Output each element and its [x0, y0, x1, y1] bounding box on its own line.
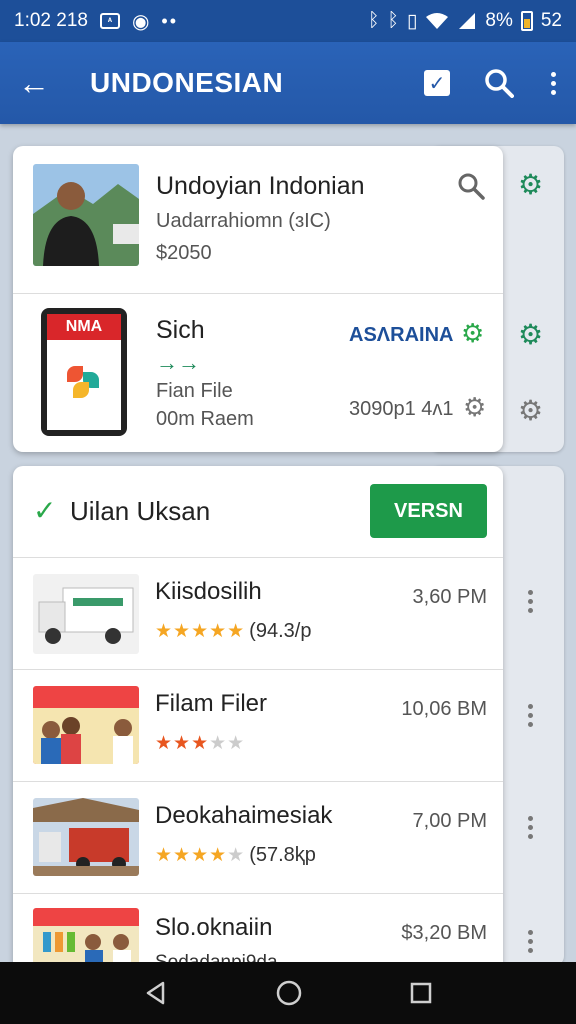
status-bar: 1:02 218 ᴬ ◉ •• ᛒ ᛒ ▯ 8% 52 [0, 0, 576, 42]
brand-label: ASΛRAINA [349, 324, 454, 346]
item-time: $3,20 BM [401, 922, 487, 944]
version-button[interactable]: VERSN [370, 484, 487, 538]
gear-icon[interactable]: ⚙ [518, 318, 543, 351]
item-line2: 00m Raem [156, 408, 254, 430]
more-vert-icon[interactable] [548, 71, 558, 95]
item-name: Filam Filer [155, 690, 267, 717]
bluetooth-icon: ᛒ [368, 10, 380, 31]
home-nav-icon[interactable] [275, 979, 303, 1007]
gear-icon[interactable]: ⚙ [518, 168, 543, 201]
search-icon[interactable] [457, 172, 485, 200]
tablet-image: NMA [41, 308, 127, 436]
gear-icon[interactable]: ⚙ [463, 392, 486, 423]
item-price: $2050 [156, 242, 212, 264]
list-item[interactable]: Filam Filer ★★★★★ 10,06 BM [13, 670, 503, 782]
rating-count: (57.8ⱪp [249, 844, 316, 866]
featured-item-1[interactable]: Undoyian Indonian Uadarrahiomn (ɜIC) $20… [13, 146, 503, 294]
status-extra: 52 [540, 10, 562, 31]
list-item[interactable]: Kiisdosilih ★★★★★ (94.3/p 3,60 PM [13, 558, 503, 670]
item-time: 3,60 PM [412, 586, 487, 608]
whatsapp-icon: ◉ [131, 10, 150, 33]
rating-count: (94.3/p [249, 620, 312, 642]
star-rating: ★★★★★ [155, 733, 246, 754]
list-header-title: Uilan Uksan [70, 496, 211, 526]
back-nav-icon[interactable] [143, 980, 169, 1006]
item-name: Kiisdosilih [155, 578, 262, 605]
star-rating: ★★★★★ [155, 845, 246, 866]
sim-icon: ▯ [406, 10, 418, 32]
battery-icon [520, 11, 533, 31]
item-line1: Fian File [156, 380, 233, 402]
list-item[interactable]: Slo.oknaiin Sodadanpi9da $3,20 BM [13, 894, 503, 966]
status-time: 1:02 218 [14, 10, 88, 31]
rating: ★★★★★ (94.3/p [155, 620, 311, 643]
recents-nav-icon[interactable] [409, 981, 433, 1005]
rating: ★★★★★ [155, 732, 245, 755]
signal-icon [459, 13, 476, 29]
person-photo [33, 164, 139, 266]
battery-percent: 8% [485, 10, 513, 31]
more-vert-icon[interactable] [525, 816, 535, 839]
vibrate-icon: ᛒ [387, 10, 399, 31]
list-header: ✓ Uilan Uksan VERSN [13, 466, 503, 558]
item-name: Deokahaimesiak [155, 802, 333, 829]
star-rating: ★★★★★ [155, 621, 246, 642]
item-name: Slo.oknaiin [155, 914, 273, 941]
page-title: UNDONESIAN [90, 67, 284, 98]
item-code: 3090p1 4ʌ1 [349, 398, 454, 420]
market-photo [33, 798, 139, 876]
notification-box-icon: ᴬ [99, 13, 120, 29]
shop-photo [33, 686, 139, 764]
checkbox-icon[interactable]: ✓ [424, 70, 450, 96]
more-dots-icon: •• [161, 10, 179, 31]
more-vert-icon[interactable] [525, 930, 535, 953]
more-vert-icon[interactable] [525, 704, 535, 727]
gear-icon[interactable]: ⚙ [461, 318, 484, 349]
item-time: 10,06 BM [401, 698, 487, 720]
tablet-book-title: NMA [47, 314, 121, 340]
item-title: Undoyian Indonian [156, 172, 365, 200]
list-card: ✓ Uilan Uksan VERSN Kiisdosilih ★★★★★ (94… [13, 466, 503, 966]
search-icon[interactable] [484, 68, 514, 98]
system-nav-bar [0, 962, 576, 1024]
more-vert-icon[interactable] [525, 590, 535, 613]
store-photo [33, 908, 139, 966]
app-bar: ← UNDONESIAN ✓ [0, 42, 576, 124]
item-subtitle: Uadarrahiomn (ɜIC) [156, 210, 331, 232]
item-time: 7,00 PM [412, 810, 487, 832]
item-title: Sich [156, 316, 205, 344]
truck-image [33, 574, 139, 654]
check-icon: ✓ [33, 495, 57, 526]
back-arrow-icon[interactable]: ← [18, 65, 62, 102]
list-item[interactable]: Deokahaimesiak ★★★★★ (57.8ⱪp 7,00 PM [13, 782, 503, 894]
wifi-icon [426, 13, 449, 29]
featured-card: Undoyian Indonian Uadarrahiomn (ɜIC) $20… [13, 146, 503, 452]
featured-item-2[interactable]: NMA Sich →→ Fian File 00m Raem ASΛRAINA … [13, 294, 503, 452]
forward-arrows-icon: →→ [156, 350, 200, 375]
gear-icon[interactable]: ⚙ [518, 394, 543, 427]
rating: ★★★★★ (57.8ⱪp [155, 844, 316, 867]
